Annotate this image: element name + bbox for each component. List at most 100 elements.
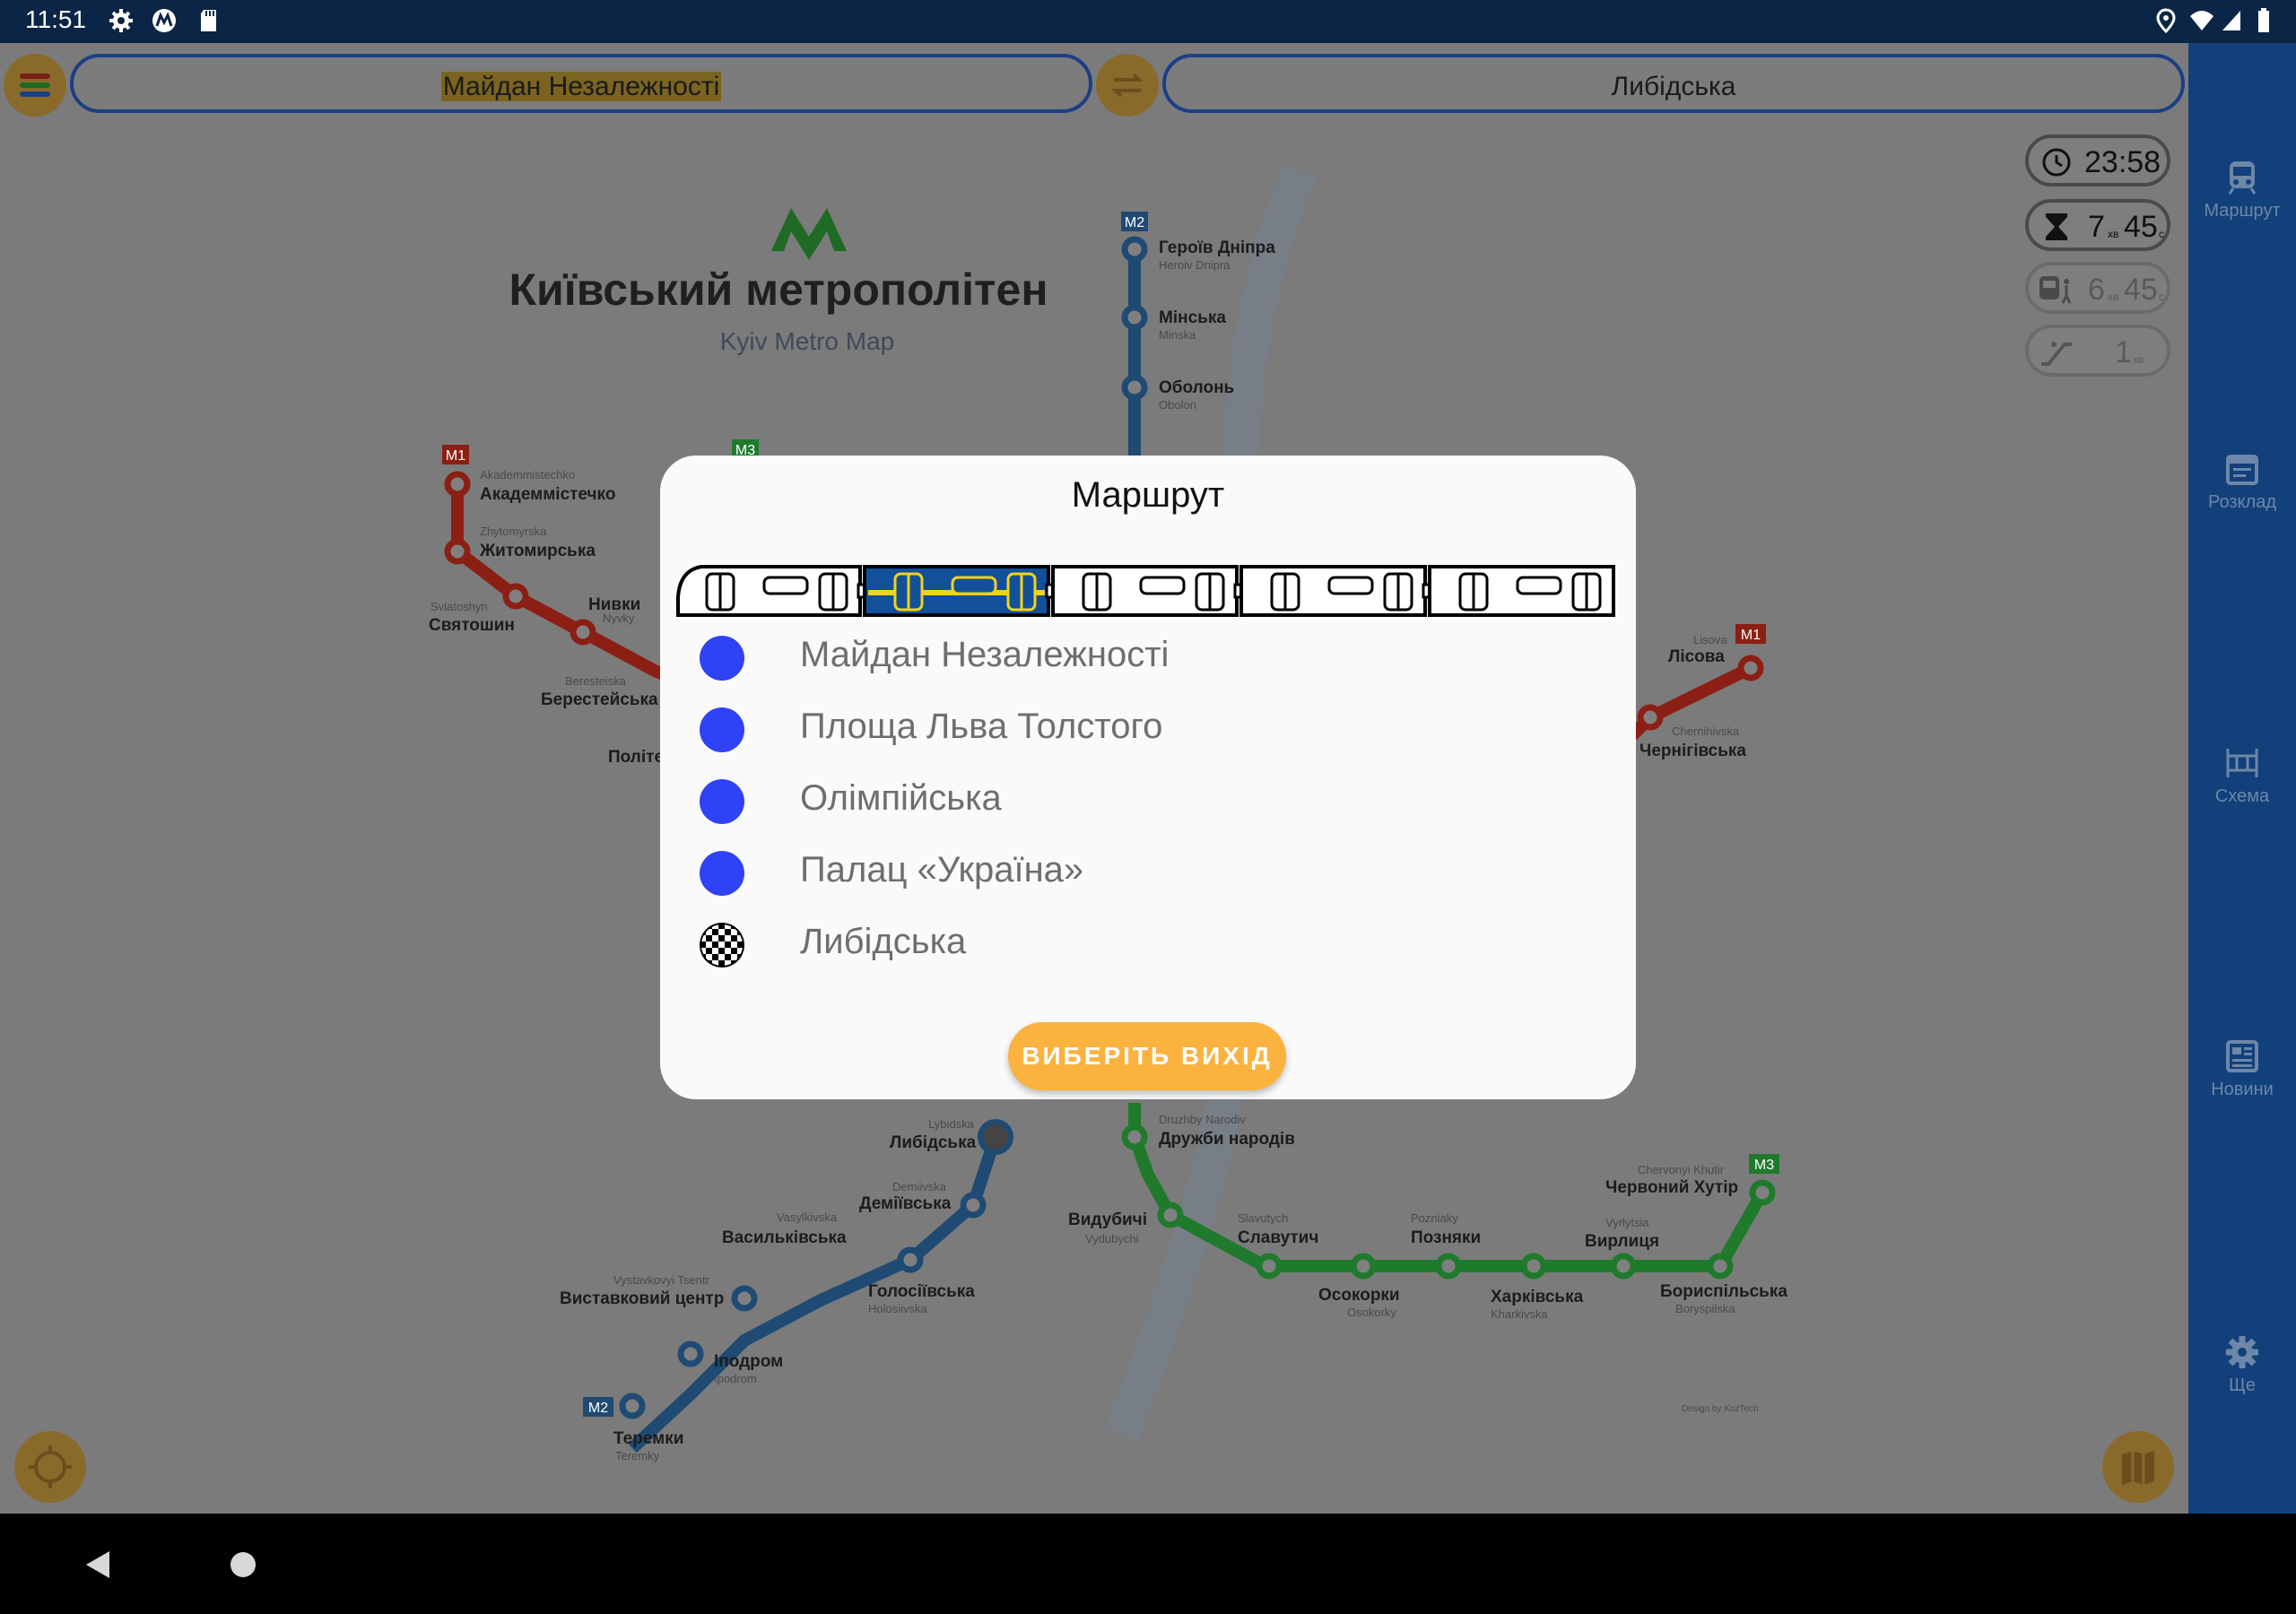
svg-text:Осокорки: Осокорки xyxy=(1318,1286,1400,1305)
from-station-text: Майдан Незалежності xyxy=(440,72,722,101)
svg-text:Osokorky: Osokorky xyxy=(1347,1306,1396,1319)
from-station-field[interactable]: Майдан Незалежності xyxy=(70,54,1092,113)
svg-text:Minska: Minska xyxy=(1159,328,1196,342)
svg-text:Виставковий центр: Виставковий центр xyxy=(560,1289,724,1308)
svg-text:Vasylkivska: Vasylkivska xyxy=(777,1210,838,1224)
route-dot-icon xyxy=(700,851,744,896)
news-icon xyxy=(2226,1040,2258,1072)
svg-text:Теремки: Теремки xyxy=(613,1429,683,1448)
dialog-title: Маршрут xyxy=(1071,475,1225,515)
metro-app-icon xyxy=(152,9,176,32)
signal-icon xyxy=(2222,11,2240,30)
arrival-time: 23:58 xyxy=(2084,145,2161,179)
gear-icon xyxy=(2226,1336,2258,1368)
map-title: Київський метрополітен xyxy=(509,265,1048,315)
sidebar-item-route[interactable]: Маршрут xyxy=(2188,160,2296,221)
svg-text:M3: M3 xyxy=(1754,1158,1774,1173)
menu-button[interactable] xyxy=(4,54,66,117)
svg-text:Васильківська: Васильківська xyxy=(722,1228,847,1247)
svg-text:Деміївська: Деміївська xyxy=(859,1194,952,1213)
svg-text:Позняки: Позняки xyxy=(1411,1228,1481,1247)
metro-logo-icon xyxy=(771,208,847,260)
route-dialog: Маршрут Майдан Незалежності Площа Льва Т… xyxy=(660,456,1636,1099)
svg-text:Мінська: Мінська xyxy=(1159,308,1226,327)
svg-text:Beresteiska: Beresteiska xyxy=(565,674,627,688)
gear-icon xyxy=(109,9,133,32)
home-icon[interactable] xyxy=(230,1551,257,1578)
sd-card-icon xyxy=(201,10,216,31)
svg-text:Holosiivska: Holosiivska xyxy=(868,1302,928,1315)
wifi-icon xyxy=(2190,11,2213,30)
svg-text:Либідська: Либідська xyxy=(890,1133,977,1152)
train-car xyxy=(1428,565,1615,617)
svg-text:Харківська: Харківська xyxy=(1491,1288,1584,1306)
clock-icon xyxy=(2042,148,2071,177)
route-dot-icon xyxy=(700,636,744,681)
svg-text:Chervonyi Khutir: Chervonyi Khutir xyxy=(1638,1163,1725,1176)
svg-text:Druzhby Narodiv: Druzhby Narodiv xyxy=(1159,1113,1246,1126)
locate-me-button[interactable] xyxy=(14,1431,86,1503)
svg-text:M2: M2 xyxy=(1125,215,1144,230)
battery-icon xyxy=(2258,8,2269,32)
svg-text:Ipodrom: Ipodrom xyxy=(714,1372,757,1385)
svg-text:Оболонь: Оболонь xyxy=(1159,378,1234,397)
svg-text:Академмістечко: Академмістечко xyxy=(480,485,615,504)
svg-text:Дружби народів: Дружби народів xyxy=(1159,1130,1295,1149)
svg-text:M1: M1 xyxy=(1741,628,1761,643)
to-station-field[interactable]: Либідська xyxy=(1162,54,2185,113)
status-bar: 11:51 xyxy=(0,0,2296,43)
train-cars-diagram xyxy=(676,565,1615,617)
train-car xyxy=(1239,565,1433,617)
svg-text:Лісова: Лісова xyxy=(1668,647,1725,666)
map-view-button[interactable] xyxy=(2102,1431,2174,1503)
sidebar-item-more[interactable]: Ще xyxy=(2188,1334,2296,1396)
swap-icon xyxy=(1111,73,1144,98)
svg-text:Героїв Дніпра: Героїв Дніпра xyxy=(1159,239,1275,257)
svg-text:Чернігівська: Чернігівська xyxy=(1639,742,1746,760)
choose-exit-button[interactable]: ВИБЕРІТЬ ВИХІД xyxy=(1008,1022,1286,1090)
arrival-time-pill: 23:58 xyxy=(2025,134,2170,187)
scheme-icon xyxy=(2226,749,2258,777)
svg-text:Червоний Хутір: Червоний Хутір xyxy=(1605,1178,1738,1197)
design-credit: Design by KozTech xyxy=(1682,1404,1759,1414)
sidebar-item-news[interactable]: Новини xyxy=(2188,1038,2296,1100)
calendar-icon xyxy=(2226,455,2258,485)
svg-text:Heroiv Dnipra: Heroiv Dnipra xyxy=(1159,258,1231,272)
svg-text:Голосіївська: Голосіївська xyxy=(868,1282,975,1301)
svg-text:Kharkivska: Kharkivska xyxy=(1491,1307,1548,1321)
svg-text:Vyrlytsia: Vyrlytsia xyxy=(1605,1216,1649,1229)
svg-text:Житомирська: Житомирська xyxy=(479,542,596,560)
hourglass-icon xyxy=(2046,213,2067,240)
train-time-pill: 6 хв 45 с xyxy=(2025,262,2170,314)
sidebar-item-schedule[interactable]: Розклад xyxy=(2188,451,2296,513)
to-station-text: Либідська xyxy=(1611,72,1736,101)
transfers-pill: 1 хв xyxy=(2025,325,2170,377)
svg-text:Святошин: Святошин xyxy=(429,616,515,635)
svg-text:Іподром: Іподром xyxy=(714,1352,783,1371)
svg-text:Zhytomyrska: Zhytomyrska xyxy=(480,525,547,538)
svg-text:Lisova: Lisova xyxy=(1693,633,1727,646)
swap-stations-button[interactable] xyxy=(1096,54,1159,117)
location-icon xyxy=(2156,8,2176,34)
svg-text:Берестейська: Берестейська xyxy=(541,690,658,709)
train-car-highlighted xyxy=(863,565,1057,617)
escalator-icon xyxy=(2041,342,2072,366)
svg-text:Славутич: Славутич xyxy=(1238,1228,1318,1247)
svg-text:M2: M2 xyxy=(588,1401,608,1416)
svg-text:Slavutych: Slavutych xyxy=(1238,1211,1288,1225)
route-dot-icon xyxy=(700,707,744,752)
hamburger-icon xyxy=(20,74,50,97)
train-car xyxy=(1051,565,1245,617)
svg-text:Chernihivska: Chernihivska xyxy=(1672,725,1740,738)
sidebar-item-scheme[interactable]: Схема xyxy=(2188,745,2296,807)
svg-text:Akademmistechko: Akademmistechko xyxy=(480,468,575,482)
train-car xyxy=(676,565,868,617)
crosshair-icon xyxy=(29,1445,72,1488)
svg-text:Бориспільська: Бориспільська xyxy=(1660,1282,1787,1301)
svg-text:Teremky: Teremky xyxy=(615,1449,660,1462)
lybidska-finish-marker xyxy=(978,1119,1013,1155)
svg-text:Вирлиця: Вирлиця xyxy=(1585,1232,1659,1251)
finish-flag-icon xyxy=(700,923,744,968)
back-icon[interactable] xyxy=(83,1549,113,1580)
svg-text:M1: M1 xyxy=(446,448,465,464)
